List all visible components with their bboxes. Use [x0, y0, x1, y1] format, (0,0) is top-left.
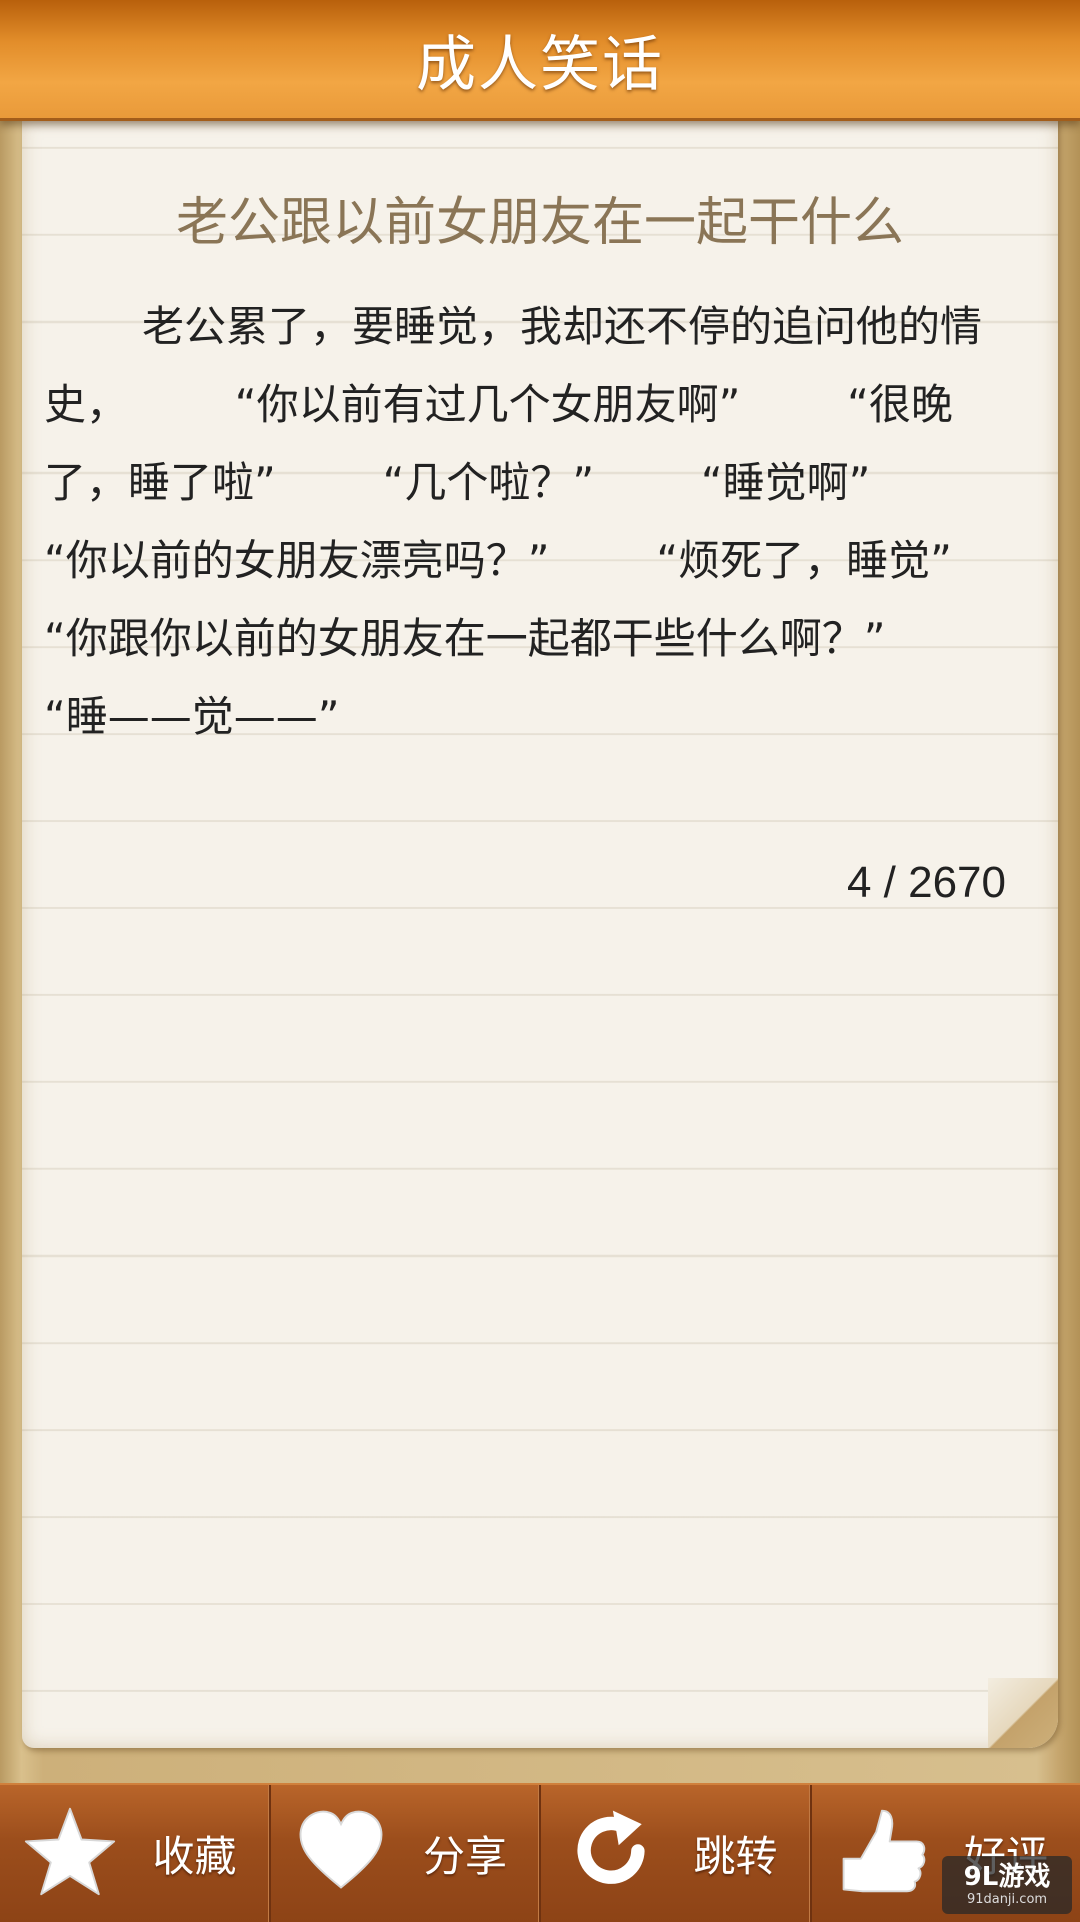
joke-body: 老公累了，要睡觉，我却还不停的追问他的情史， “你以前有过几个女朋友啊” “很晚…	[44, 288, 1034, 756]
thumbs-up-icon	[834, 1801, 930, 1901]
watermark-main: 9L游戏	[964, 1862, 1051, 1892]
joke-title: 老公跟以前女朋友在一起干什么	[22, 180, 1058, 255]
star-icon	[22, 1801, 118, 1901]
app-title: 成人笑话	[416, 16, 664, 103]
watermark-sub: 91danji.com	[967, 1892, 1047, 1908]
app-header: 成人笑话	[0, 0, 1080, 121]
bottom-toolbar: 收藏 分享 跳转 好评	[0, 1783, 1080, 1922]
favorite-button[interactable]: 收藏	[0, 1785, 271, 1922]
heart-icon	[293, 1801, 389, 1901]
site-watermark: 9L游戏 91danji.com	[942, 1856, 1072, 1914]
refresh-icon	[563, 1801, 659, 1901]
content-frame: 老公跟以前女朋友在一起干什么 老公累了，要睡觉，我却还不停的追问他的情史， “你…	[0, 118, 1080, 1783]
favorite-label: 收藏	[152, 1823, 236, 1884]
share-label: 分享	[423, 1823, 507, 1884]
jump-button[interactable]: 跳转	[541, 1785, 812, 1922]
joke-paper[interactable]: 老公跟以前女朋友在一起干什么 老公累了，要睡觉，我却还不停的追问他的情史， “你…	[22, 118, 1058, 1748]
share-button[interactable]: 分享	[271, 1785, 542, 1922]
page-counter: 4 / 2670	[847, 858, 1006, 908]
jump-label: 跳转	[693, 1823, 777, 1884]
